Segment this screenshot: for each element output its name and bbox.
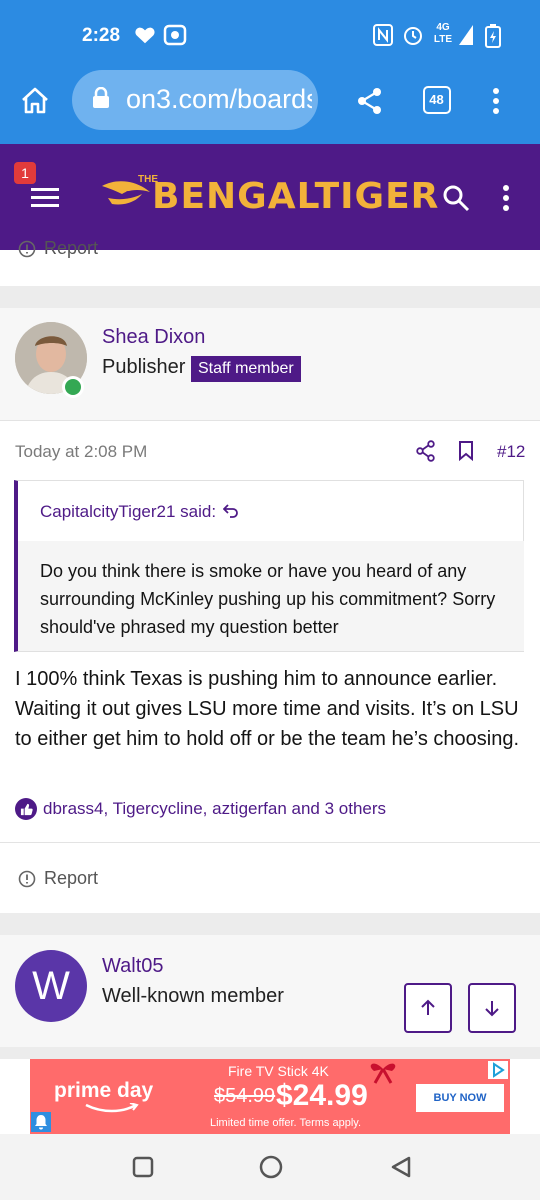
network-label: 4G LTE (433, 22, 453, 45)
arrow-down-icon (485, 1001, 499, 1017)
post-share-icon[interactable] (416, 440, 436, 462)
next-post-author-name[interactable]: Walt05 (102, 955, 164, 978)
signal-icon (459, 25, 473, 45)
quote-block: CapitalcityTiger21 said: Do you think th… (14, 480, 524, 652)
lock-icon (93, 87, 109, 108)
post-footer-divider (0, 842, 540, 843)
notification-badge[interactable]: 1 (14, 162, 36, 184)
recents-icon[interactable] (132, 1156, 154, 1178)
alarm-icon (404, 27, 422, 45)
screen-record-icon (163, 24, 187, 46)
ad-product: Fire TV Stick 4K (228, 1063, 329, 1079)
arrow-up-icon (421, 999, 435, 1015)
logo-bengal: BENGAL (152, 176, 315, 217)
report-icon (18, 870, 36, 887)
ad-old-price: $54.99 (214, 1085, 276, 1107)
home-icon[interactable] (20, 86, 50, 116)
post-body: I 100% think Texas is pushing him to ann… (15, 668, 520, 750)
battery-icon (485, 24, 501, 48)
ad-brand: prime day (54, 1079, 154, 1102)
ad-buy-button[interactable]: BUY NOW (416, 1084, 504, 1112)
scroll-up-button[interactable] (404, 983, 452, 1033)
report-link[interactable]: Report (18, 868, 98, 889)
url-text: on3.com/boards (126, 84, 312, 114)
post-author-name[interactable]: Shea Dixon (102, 326, 205, 349)
smile-arrow-icon (85, 1103, 139, 1113)
like-icon (15, 798, 37, 820)
ad-new-price: $24.99 (276, 1079, 368, 1112)
staff-badge: Staff member (191, 356, 301, 382)
status-bar: 2:28 4G LTE (0, 0, 540, 70)
post-timestamp[interactable]: Today at 2:08 PM (15, 442, 147, 462)
ad-banner[interactable]: prime day Fire TV Stick 4K $54.99 $24.99… (30, 1059, 510, 1134)
next-post-author-title: Well-known member (102, 985, 284, 1007)
tab-count: 48 (429, 92, 444, 107)
status-time: 2:28 (82, 25, 121, 46)
logo-wordmark: BENGALTIGER (152, 176, 439, 217)
logo-tiger: TIGER (314, 176, 440, 217)
online-indicator (62, 376, 84, 398)
post-number[interactable]: #12 (497, 442, 525, 462)
reactions-bar[interactable]: dbrass4, Tigercycline, aztigerfan and 3 … (15, 798, 386, 820)
quote-body: Do you think there is smoke or have you … (18, 541, 524, 651)
adchoices-icon[interactable] (488, 1061, 508, 1079)
bookmark-icon[interactable] (458, 440, 474, 462)
previous-post-footer: Report (0, 238, 540, 286)
scroll-down-button[interactable] (468, 983, 516, 1033)
post-author-title: Publisher (102, 356, 186, 378)
tab-switcher-button[interactable]: 48 (423, 86, 451, 114)
quote-text: Do you think there is smoke or have you … (40, 561, 496, 637)
prev-report-label: Report (44, 238, 99, 258)
address-bar[interactable]: on3.com/boards (72, 70, 318, 130)
report-label: Report (44, 868, 99, 888)
back-icon[interactable] (389, 1155, 413, 1179)
reactions-text: dbrass4, Tigercycline, aztigerfan and 3 … (43, 799, 387, 818)
search-icon[interactable] (442, 184, 470, 212)
quote-jump-icon[interactable] (223, 503, 239, 519)
gift-bow-icon (370, 1063, 396, 1084)
walt-avatar[interactable]: W (15, 950, 87, 1022)
ad-bell-icon[interactable] (31, 1112, 51, 1132)
site-more-icon[interactable] (500, 184, 512, 212)
heart-icon (135, 27, 155, 44)
report-icon (18, 240, 36, 257)
more-options-icon[interactable] (490, 87, 502, 115)
quote-author[interactable]: CapitalcityTiger21 said: (40, 502, 216, 522)
ad-terms: Limited time offer. Terms apply. (210, 1117, 362, 1129)
post-header-divider (0, 420, 540, 421)
browser-toolbar: on3.com/boards 48 (0, 70, 540, 144)
hamburger-menu-icon[interactable] (31, 187, 59, 209)
home-nav-icon[interactable] (259, 1155, 283, 1179)
prev-report-link[interactable]: Report (18, 238, 98, 259)
nfc-icon (373, 24, 393, 46)
system-nav-bar (0, 1134, 540, 1200)
share-icon[interactable] (356, 87, 384, 115)
